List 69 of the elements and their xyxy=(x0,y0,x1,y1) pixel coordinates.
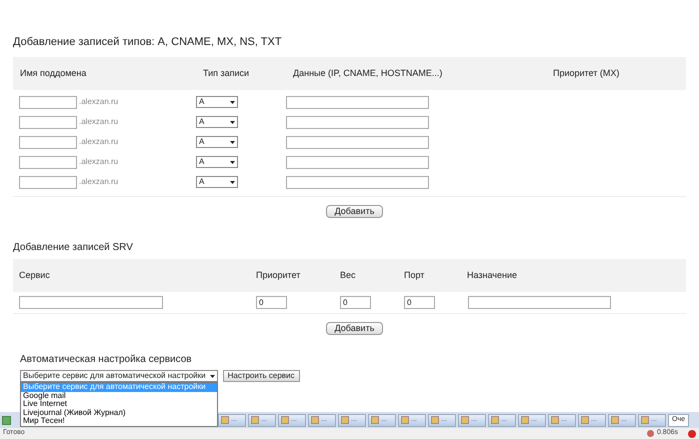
dropdown-option[interactable]: Live Internet xyxy=(21,400,217,408)
add-button[interactable]: Добавить xyxy=(326,322,384,335)
app-icon xyxy=(461,416,469,424)
column-header: Назначение xyxy=(467,268,518,282)
input-field[interactable] xyxy=(19,116,77,128)
configure-button[interactable]: Настроить сервис xyxy=(222,370,300,382)
app-icon xyxy=(431,416,439,424)
app-icon xyxy=(371,416,379,424)
app-icon xyxy=(401,416,409,424)
domain-suffix: .alexzan.ru xyxy=(78,176,120,188)
app-icon xyxy=(281,416,289,424)
column-header: Имя поддомена xyxy=(20,66,88,80)
input-field[interactable] xyxy=(286,116,429,128)
dropdown-option[interactable]: Livejournal (Живой Журнал) xyxy=(21,408,217,417)
caret-icon xyxy=(230,160,235,164)
app-icon xyxy=(251,416,259,424)
column-header: Тип записи xyxy=(203,66,250,80)
dropdown-option[interactable]: Google mail xyxy=(21,392,217,400)
app-icon xyxy=(341,416,349,424)
record-type-select[interactable]: A xyxy=(196,176,238,188)
domain-suffix: .alexzan.ru xyxy=(78,136,120,148)
record-type-select[interactable]: A xyxy=(196,96,238,108)
domain-suffix: .alexzan.ru xyxy=(78,96,120,108)
caret-icon xyxy=(230,180,235,184)
record-type-select[interactable]: A xyxy=(196,116,238,128)
record-type-select[interactable]: A xyxy=(196,136,238,148)
caret-icon xyxy=(230,140,235,144)
input-field[interactable] xyxy=(19,136,77,148)
app-icon xyxy=(521,416,529,424)
globe-icon xyxy=(646,430,654,437)
column-header: Сервис xyxy=(19,268,51,282)
section-title: Добавление записей типов: A, CNAME, MX, NS, TXT xyxy=(13,35,283,50)
app-icon[interactable] xyxy=(2,416,11,424)
column-header: Приоритет (MX) xyxy=(553,66,620,80)
column-header: Данные (IP, CNAME, HOSTNAME...) xyxy=(293,66,444,80)
section-title: Добавление записей SRV xyxy=(13,241,134,254)
column-header: Вес xyxy=(340,268,357,282)
stop-icon xyxy=(688,430,696,438)
input-field[interactable] xyxy=(19,296,163,309)
caret-icon xyxy=(210,374,215,378)
app-icon xyxy=(221,416,229,424)
service-select[interactable]: Выберите сервис для автоматической настройки xyxy=(20,370,218,382)
app-icon xyxy=(611,416,619,424)
input-field[interactable] xyxy=(19,156,77,168)
input-field[interactable] xyxy=(19,96,77,108)
input-field[interactable] xyxy=(19,176,77,188)
input-field[interactable] xyxy=(286,96,429,108)
input-field[interactable]: 0 xyxy=(256,296,287,309)
column-header: Приоритет xyxy=(256,268,302,282)
caret-icon xyxy=(230,120,235,124)
input-field[interactable]: 0 xyxy=(340,296,371,309)
add-button[interactable]: Добавить xyxy=(326,205,384,218)
record-type-select[interactable]: A xyxy=(196,156,238,168)
dropdown-option[interactable]: Мир Тесен! xyxy=(21,417,217,426)
column-header: Порт xyxy=(404,268,426,282)
domain-suffix: .alexzan.ru xyxy=(78,156,120,168)
section-title: Автоматическая настройка сервисов xyxy=(19,353,193,366)
app-icon xyxy=(581,416,589,424)
caret-icon xyxy=(230,100,235,104)
input-field[interactable] xyxy=(286,176,429,188)
input-field[interactable] xyxy=(286,156,429,168)
input-field[interactable] xyxy=(468,296,611,309)
input-field[interactable] xyxy=(286,136,429,148)
app-icon xyxy=(641,416,649,424)
app-icon xyxy=(491,416,499,424)
app-icon xyxy=(311,416,319,424)
app-icon xyxy=(551,416,559,424)
input-field[interactable]: 0 xyxy=(404,296,435,309)
domain-suffix: .alexzan.ru xyxy=(78,116,120,128)
